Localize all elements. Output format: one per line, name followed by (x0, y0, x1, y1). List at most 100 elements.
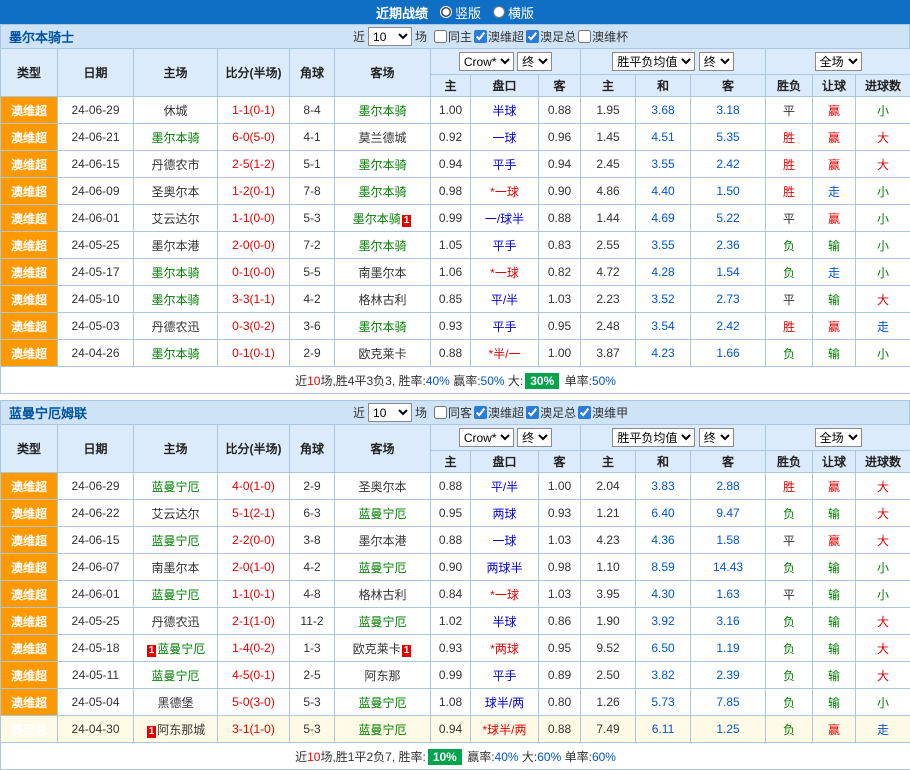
filter-checkbox-澳足总[interactable]: 澳足总 (526, 404, 576, 421)
avg-draw-odds-cell: 3.55 (636, 151, 691, 178)
avg-home-odds-cell: 2.45 (581, 151, 636, 178)
filter-checkbox-澳维杯[interactable]: 澳维杯 (578, 28, 628, 45)
date-cell: 24-06-21 (58, 124, 134, 151)
away-odds-cell: 1.03 (539, 527, 581, 554)
layout-radio-vertical[interactable]: 竖版 (440, 3, 481, 22)
checkbox-input[interactable] (434, 406, 447, 419)
match-row: 澳足总24-04-301阿东那城3-1(1-0)5-3蓝曼宁厄0.94*球半/两… (1, 716, 910, 743)
avg-stage-select[interactable]: 终 (699, 52, 734, 71)
league-type-cell: 澳维超 (1, 608, 58, 635)
date-cell: 24-05-11 (58, 662, 134, 689)
corner-cell: 4-2 (290, 286, 335, 313)
col-header-date: 日期 (58, 49, 134, 97)
team-name-text: 丹德农迅 (151, 615, 199, 629)
checkbox-label: 澳维甲 (592, 404, 628, 421)
avg-draw-odds-cell: 8.59 (636, 554, 691, 581)
handicap-result-cell: 赢 (813, 151, 856, 178)
red-card-badge: 1 (402, 215, 412, 227)
avg-draw-odds-cell: 4.40 (636, 178, 691, 205)
avg-away-odds-cell: 2.36 (691, 232, 766, 259)
handicap-cell: 半球 (471, 97, 539, 124)
avg-away-odds-cell: 2.39 (691, 662, 766, 689)
avg-draw-odds-cell: 6.40 (636, 500, 691, 527)
result-cell: 胜 (766, 473, 813, 500)
date-cell: 24-06-22 (58, 500, 134, 527)
goals-cell: 小 (856, 689, 910, 716)
horizontal-radio-input[interactable] (493, 6, 505, 18)
score-cell: 2-5(1-2) (218, 151, 290, 178)
scope-select[interactable]: 全场 (815, 52, 862, 71)
games-label: 场 (415, 404, 427, 421)
layout-radio-horizontal[interactable]: 横版 (493, 3, 534, 22)
odds-stage-select[interactable]: 终 (517, 428, 552, 447)
goals-cell: 走 (856, 313, 910, 340)
home-team-cell: 1蓝曼宁厄 (134, 635, 218, 662)
league-type-cell: 澳维超 (1, 313, 58, 340)
checkbox-input[interactable] (526, 30, 539, 43)
goals-cell: 大 (856, 473, 910, 500)
summary-part: 40% (426, 374, 450, 388)
section-team-1: 墨尔本骑士 近 10 场 同主澳维超澳足总澳维杯 类型 日期 主场 比分(半场)… (0, 24, 910, 394)
team-name-text: 蓝曼宁厄 (151, 534, 199, 548)
avg-home-odds-cell: 2.55 (581, 232, 636, 259)
checkbox-input[interactable] (474, 406, 487, 419)
handicap-result-cell: 赢 (813, 97, 856, 124)
corner-cell: 6-3 (290, 500, 335, 527)
odds-company-select[interactable]: Crow* (459, 52, 514, 71)
avg-type-select[interactable]: 胜平负均值 (612, 428, 695, 447)
score-cell: 2-0(1-0) (218, 554, 290, 581)
handicap-cell: 平/半 (471, 286, 539, 313)
filter-checkbox-同主[interactable]: 同主 (434, 28, 472, 45)
away-team-cell: 欧克莱卡1 (335, 635, 431, 662)
handicap-result-cell: 输 (813, 635, 856, 662)
filter-checkbox-澳足总[interactable]: 澳足总 (526, 28, 576, 45)
avg-draw-odds-cell: 4.23 (636, 340, 691, 367)
filter-checkbox-澳维甲[interactable]: 澳维甲 (578, 404, 628, 421)
handicap-cell: 一球 (471, 527, 539, 554)
scope-select[interactable]: 全场 (815, 428, 862, 447)
away-team-cell: 南墨尔本 (335, 259, 431, 286)
odds-stage-select[interactable]: 终 (517, 52, 552, 71)
team-name-text: 蓝曼宁厄 (151, 669, 199, 683)
handicap-cell: 一球 (471, 124, 539, 151)
recent-count-select[interactable]: 10 (368, 403, 412, 422)
home-team-cell: 蓝曼宁厄 (134, 527, 218, 554)
checkbox-input[interactable] (474, 30, 487, 43)
recent-count-select[interactable]: 10 (368, 27, 412, 46)
filter-checkbox-澳维超[interactable]: 澳维超 (474, 28, 524, 45)
summary-part: 赢率: (464, 750, 495, 764)
filter-checkbox-澳维超[interactable]: 澳维超 (474, 404, 524, 421)
match-row: 澳维超24-06-15蓝曼宁厄2-2(0-0)3-8墨尔本港0.88一球1.03… (1, 527, 910, 554)
summary-part: 10 (307, 750, 320, 764)
score-cell: 1-2(0-1) (218, 178, 290, 205)
games-label: 场 (415, 28, 427, 45)
avg-draw-odds-cell: 3.68 (636, 97, 691, 124)
goals-cell: 大 (856, 635, 910, 662)
col-header-type: 类型 (1, 425, 58, 473)
result-cell: 负 (766, 500, 813, 527)
vertical-radio-input[interactable] (440, 6, 452, 18)
team-name-text: 蓝曼宁厄 (358, 615, 406, 629)
avg-away-odds-cell: 2.88 (691, 473, 766, 500)
goals-cell: 大 (856, 608, 910, 635)
checkbox-input[interactable] (434, 30, 447, 43)
odds-company-select[interactable]: Crow* (459, 428, 514, 447)
subcol-avg-away: 客 (691, 75, 766, 97)
section-header-bar: 蓝曼宁厄姆联 近 10 场 同客澳维超澳足总澳维甲 (0, 400, 910, 424)
vertical-radio-label: 竖版 (455, 3, 481, 22)
away-team-cell: 墨尔本骑 (335, 151, 431, 178)
avg-type-select[interactable]: 胜平负均值 (612, 52, 695, 71)
away-team-cell: 墨尔本骑 (335, 97, 431, 124)
result-cell: 胜 (766, 124, 813, 151)
avg-draw-odds-cell: 6.11 (636, 716, 691, 743)
checkbox-input[interactable] (578, 406, 591, 419)
team-name-text: 休城 (163, 104, 187, 118)
checkbox-label: 同客 (448, 404, 472, 421)
checkbox-input[interactable] (578, 30, 591, 43)
checkbox-input[interactable] (526, 406, 539, 419)
away-odds-cell: 0.96 (539, 124, 581, 151)
filter-checkbox-同客[interactable]: 同客 (434, 404, 472, 421)
team-name-text: 蓝曼宁厄 (157, 642, 205, 656)
goals-cell: 小 (856, 581, 910, 608)
avg-stage-select[interactable]: 终 (699, 428, 734, 447)
